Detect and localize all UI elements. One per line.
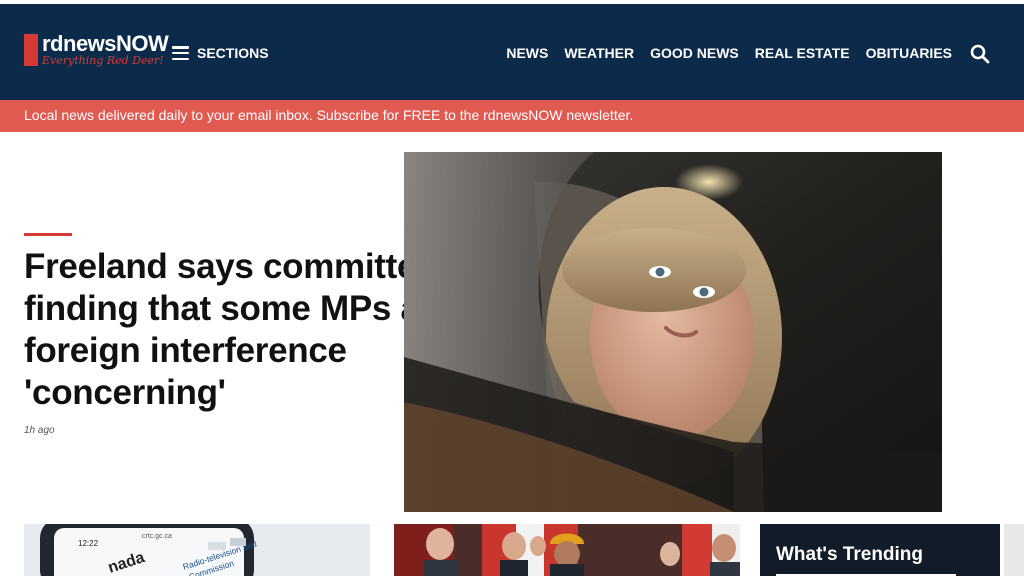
whats-trending-panel: What's Trending — [760, 524, 1000, 576]
hero-timestamp: 1h ago — [24, 425, 55, 436]
story-card-1-image: 12:22 crtc.gc.ca nada Radio-television a… — [24, 524, 370, 576]
story-card-2[interactable] — [394, 524, 740, 576]
nav-obituaries[interactable]: OBITUARIES — [866, 45, 952, 61]
nav-good-news[interactable]: GOOD NEWS — [650, 45, 739, 61]
site-header: rdnewsNOW Everything Red Deer! SECTIONS … — [0, 4, 1024, 100]
logo-mark — [24, 34, 38, 66]
nav-real-estate[interactable]: REAL ESTATE — [755, 45, 850, 61]
logo-tagline: Everything Red Deer! — [42, 54, 164, 67]
nav-news[interactable]: NEWS — [506, 45, 548, 61]
whats-trending-title: What's Trending — [776, 544, 924, 565]
newsletter-banner-text[interactable]: Local news delivered daily to your email… — [24, 107, 633, 123]
site-logo[interactable]: rdnewsNOW Everything Red Deer! — [24, 32, 169, 74]
svg-text:12:22: 12:22 — [78, 539, 99, 548]
side-panel-edge — [1004, 524, 1024, 576]
search-icon[interactable] — [970, 44, 990, 64]
story-card-2-image — [394, 524, 740, 576]
main-nav: NEWS WEATHER GOOD NEWS REAL ESTATE OBITU… — [506, 42, 952, 64]
newsletter-banner[interactable]: Local news delivered daily to your email… — [0, 100, 1024, 132]
hero-photo-illustration — [404, 152, 942, 512]
logo-name: rdnewsNOW — [42, 31, 169, 56]
story-card-1[interactable]: 12:22 crtc.gc.ca nada Radio-television a… — [24, 524, 370, 576]
svg-text:crtc.gc.ca: crtc.gc.ca — [142, 533, 172, 540]
sections-label: SECTIONS — [197, 45, 269, 61]
hamburger-icon — [172, 46, 189, 60]
hero-image[interactable] — [404, 152, 942, 512]
headline-accent-bar — [24, 233, 72, 236]
sections-menu-button[interactable]: SECTIONS — [172, 42, 269, 64]
nav-weather[interactable]: WEATHER — [564, 45, 634, 61]
